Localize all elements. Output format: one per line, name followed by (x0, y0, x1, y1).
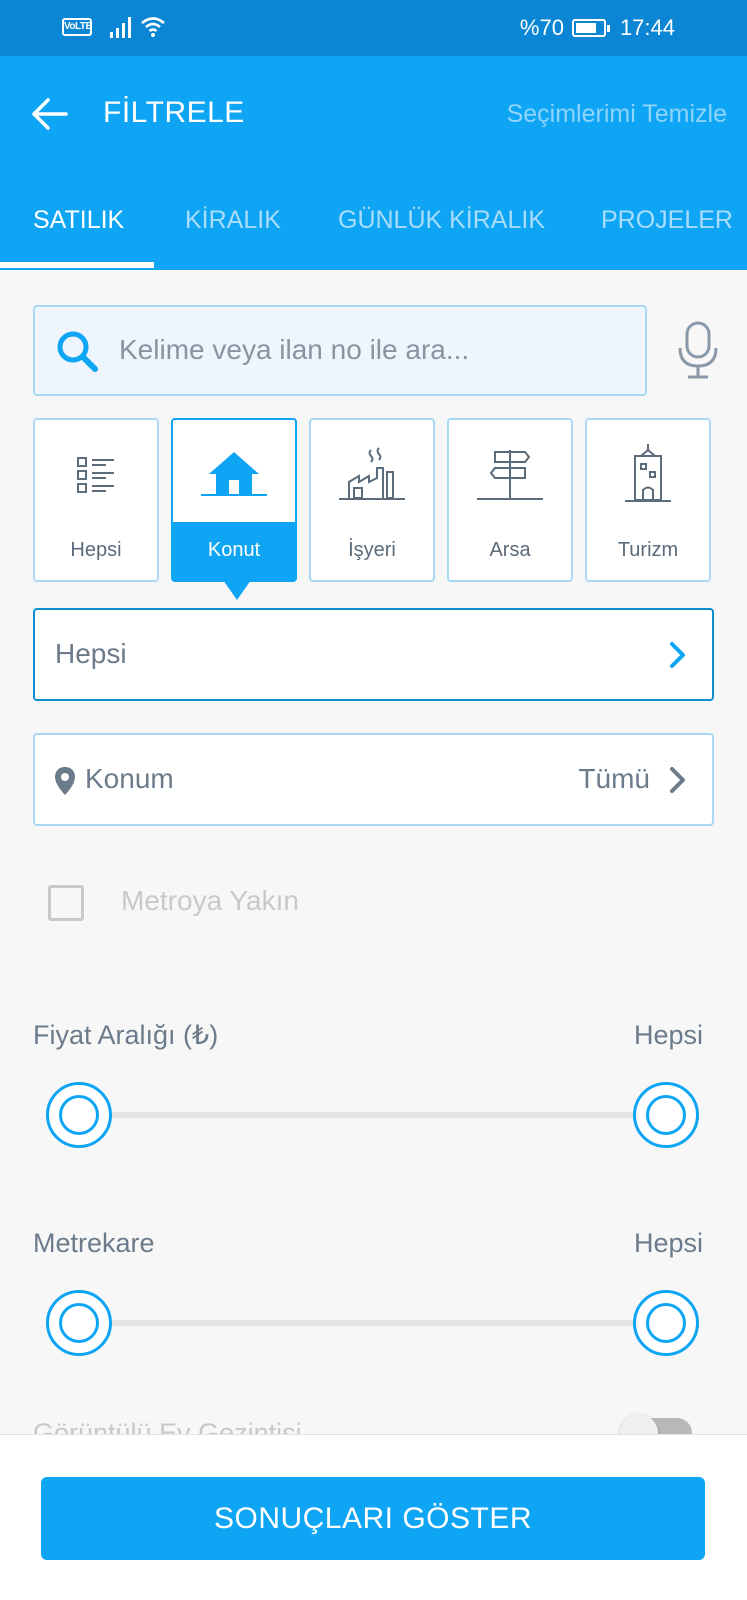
clear-selections-button[interactable]: Seçimlerimi Temizle (507, 100, 727, 129)
price-max-handle[interactable] (633, 1082, 699, 1148)
tab-gunluk-kiralik[interactable]: GÜNLÜK KİRALIK (338, 206, 545, 270)
app-bar: FİLTRELE Seçimlerimi Temizle SATILIK KİR… (0, 56, 747, 270)
price-min-handle[interactable] (46, 1082, 112, 1148)
area-range-title: Metrekare (33, 1228, 155, 1258)
category-label: İşyeri (348, 539, 396, 561)
battery-icon (571, 19, 610, 37)
price-range-title: Fiyat Aralığı (₺) (33, 1020, 219, 1050)
house-icon (201, 452, 267, 496)
category-label: Hepsi (70, 539, 122, 561)
search-box (33, 305, 647, 396)
chevron-right-icon (670, 642, 685, 668)
metro-checkbox[interactable] (48, 885, 84, 921)
signal-icon (110, 17, 131, 38)
price-range-value: Hepsi (633, 1020, 703, 1050)
tab-kiralik[interactable]: KİRALIK (185, 206, 281, 270)
location-select[interactable]: Konum Tümü (33, 733, 714, 826)
category-label: Arsa (489, 539, 531, 561)
wifi-icon (141, 17, 165, 37)
show-results-button[interactable]: SONUÇLARI GÖSTER (41, 1477, 705, 1560)
subcategory-select[interactable]: Hepsi (33, 608, 714, 701)
bottom-panel: SONUÇLARI GÖSTER (0, 1434, 747, 1600)
page-title: FİLTRELE (103, 96, 245, 129)
category-isyeri[interactable]: İşyeri (309, 418, 435, 582)
search-icon (57, 331, 98, 372)
building-icon (625, 444, 671, 502)
tab-projeler[interactable]: PROJELER (601, 206, 733, 270)
tab-bar: SATILIK KİRALIK GÜNLÜK KİRALIK PROJELER (0, 206, 747, 270)
area-min-handle[interactable] (46, 1290, 112, 1356)
list-icon (77, 457, 114, 493)
active-tab-indicator (0, 262, 154, 268)
metro-label: Metroya Yakın (121, 885, 299, 916)
category-pointer (223, 580, 251, 600)
category-label: Turizm (617, 539, 679, 561)
status-bar: VoLTE %70 17:44 (0, 0, 747, 56)
subcategory-value: Hepsi (55, 638, 127, 669)
category-turizm[interactable]: Turizm (585, 418, 711, 582)
clock: 17:44 (619, 15, 675, 40)
category-konut[interactable]: Konut (171, 418, 297, 582)
battery-percent: %70 (519, 15, 564, 40)
tab-satilik[interactable]: SATILIK (33, 206, 124, 270)
area-range-track[interactable] (80, 1320, 666, 1326)
chevron-right-icon (670, 767, 685, 793)
category-label: Konut (207, 539, 261, 561)
volte-icon: VoLTE (62, 18, 92, 36)
area-max-handle[interactable] (633, 1290, 699, 1356)
search-input[interactable] (119, 325, 619, 375)
location-value: Tümü (578, 763, 650, 794)
location-label: Konum (85, 763, 174, 794)
location-pin-icon (55, 767, 75, 795)
category-hepsi[interactable]: Hepsi (33, 418, 159, 582)
microphone-icon[interactable] (676, 320, 720, 380)
price-range-track[interactable] (80, 1112, 666, 1118)
back-arrow-icon[interactable] (30, 94, 70, 134)
area-range-value: Hepsi (633, 1228, 703, 1258)
signpost-icon (477, 450, 543, 500)
factory-icon (339, 447, 405, 500)
category-arsa[interactable]: Arsa (447, 418, 573, 582)
